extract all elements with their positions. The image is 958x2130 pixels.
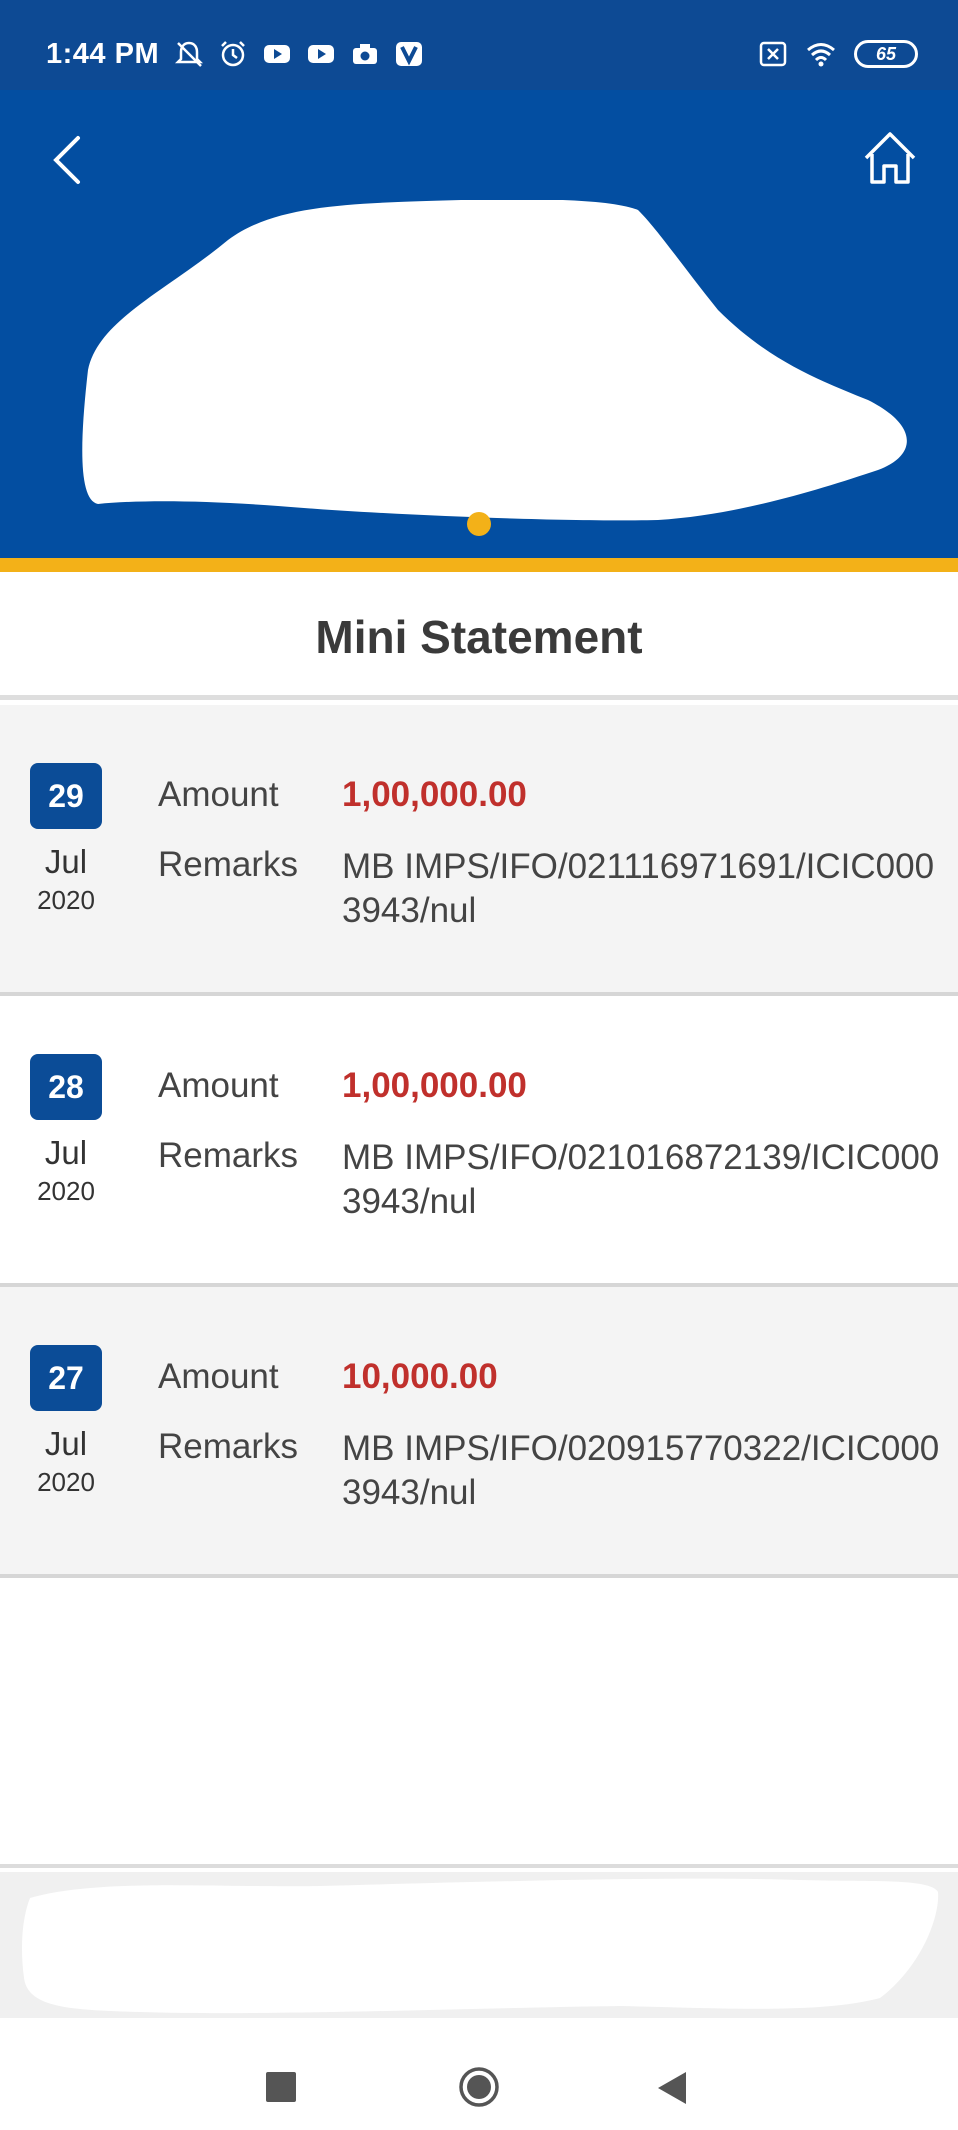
- amount-label: Amount: [158, 775, 279, 814]
- home-icon: [864, 132, 916, 184]
- amount-label: Amount: [158, 1066, 279, 1105]
- amount-value: 1,00,000.00: [342, 775, 527, 814]
- home-circle-icon[interactable]: [458, 2066, 500, 2108]
- date-month: Jul: [44, 1425, 88, 1462]
- status-time: 1:44 PM: [46, 38, 160, 70]
- transaction-row[interactable]: 29 Jul 2020 Amount 1,00,000.00 Remarks M…: [0, 705, 958, 996]
- chevron-left-icon: [53, 136, 80, 184]
- accent-divider: [0, 558, 958, 572]
- redaction-mark: [82, 200, 907, 521]
- transaction-row[interactable]: 28 Jul 2020 Amount 1,00,000.00 Remarks M…: [0, 996, 958, 1287]
- youtube-icon: [306, 40, 336, 68]
- date-year: 2020: [37, 1176, 95, 1206]
- remarks-label: Remarks: [158, 845, 299, 884]
- battery-indicator: 65: [854, 40, 918, 68]
- date-year: 2020: [37, 885, 95, 915]
- remarks-value: MB IMPS/IFO/021016872139/ICIC0003943/nul: [342, 1138, 940, 1221]
- carousel-dot: [467, 512, 491, 536]
- recent-apps-icon[interactable]: [266, 2072, 296, 2102]
- date-year: 2020: [37, 1467, 95, 1497]
- wifi-icon: [806, 40, 836, 68]
- remarks-label: Remarks: [158, 1136, 299, 1175]
- date-day-badge: 28: [30, 1054, 102, 1120]
- amount-value: 1,00,000.00: [342, 1066, 527, 1105]
- status-icons-right: 65: [758, 40, 918, 68]
- notifications-muted-icon: [174, 40, 204, 68]
- amount-value: 10,000.00: [342, 1357, 498, 1396]
- date-day-badge: 29: [30, 763, 102, 829]
- amount-label: Amount: [158, 1357, 279, 1396]
- back-triangle-icon[interactable]: [656, 2070, 690, 2106]
- camera-icon: [350, 40, 380, 68]
- status-icons-left: [174, 40, 424, 68]
- date-day-badge: 27: [30, 1345, 102, 1411]
- back-button[interactable]: [46, 132, 90, 188]
- redaction-mark: [22, 1878, 939, 2014]
- system-nav-bar: [0, 2018, 958, 2130]
- alarm-icon: [218, 40, 248, 68]
- transaction-row[interactable]: 27 Jul 2020 Amount 10,000.00 Remarks MB …: [0, 1287, 958, 1578]
- page-title: Mini Statement: [315, 611, 643, 663]
- home-button[interactable]: [860, 128, 920, 188]
- remarks-label: Remarks: [158, 1427, 299, 1466]
- youtube-icon: [262, 40, 292, 68]
- empty-content-area: [0, 1578, 958, 1868]
- status-bar: 1:44 PM 65: [0, 0, 958, 90]
- transaction-list: 29 Jul 2020 Amount 1,00,000.00 Remarks M…: [0, 705, 958, 1578]
- remarks-value: MB IMPS/IFO/020915770322/ICIC0003943/nul: [342, 1429, 940, 1512]
- date-month: Jul: [44, 1134, 88, 1171]
- date-month: Jul: [44, 843, 88, 880]
- vpn-v-icon: [394, 40, 424, 68]
- sim-off-icon: [758, 40, 788, 68]
- remarks-value: MB IMPS/IFO/021116971691/ICIC0003943/nul: [342, 847, 935, 930]
- title-area: Mini Statement: [0, 572, 958, 700]
